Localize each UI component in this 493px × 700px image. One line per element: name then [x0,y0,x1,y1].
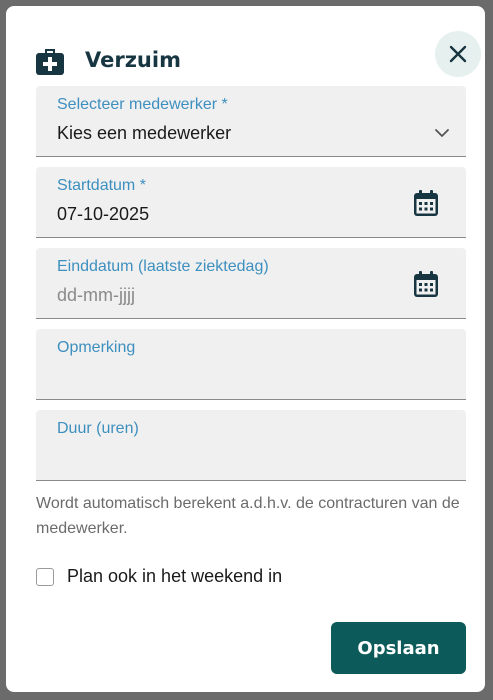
weekend-checkbox-label[interactable]: Plan ook in het weekend in [67,566,282,587]
chevron-down-icon [435,129,449,137]
duration-hint: Wordt automatisch berekent a.d.h.v. de c… [36,495,460,537]
end-date-field[interactable]: Einddatum (laatste ziektedag) dd-mm-jjjj [36,248,466,319]
employee-select-value: Kies een medewerker [57,123,232,143]
weekend-checkbox[interactable] [36,568,54,586]
close-icon [449,45,467,63]
remark-field[interactable]: Opmerking [36,329,466,400]
dialog-title: Verzuim [85,48,181,72]
end-date-placeholder: dd-mm-jjjj [57,285,135,305]
dialog-header: Verzuim [36,31,481,80]
close-button[interactable] [435,31,481,77]
save-button[interactable]: Opslaan [331,622,466,674]
employee-select-label: Selecteer medewerker * [57,96,228,113]
medical-bag-icon [36,49,64,75]
remark-label: Opmerking [57,339,136,356]
duration-label: Duur (uren) [57,420,139,437]
end-date-label: Einddatum (laatste ziektedag) [57,258,269,275]
absence-dialog: Verzuim Selecteer medewerker * Kies een … [6,6,485,692]
calendar-icon[interactable] [414,271,438,297]
start-date-value: 07-10-2025 [57,204,150,224]
calendar-icon[interactable] [414,190,438,216]
start-date-field[interactable]: Startdatum * 07-10-2025 [36,167,466,238]
start-date-label: Startdatum * [57,177,146,194]
employee-select[interactable]: Selecteer medewerker * Kies een medewerk… [36,86,466,157]
duration-field[interactable]: Duur (uren) [36,410,466,481]
